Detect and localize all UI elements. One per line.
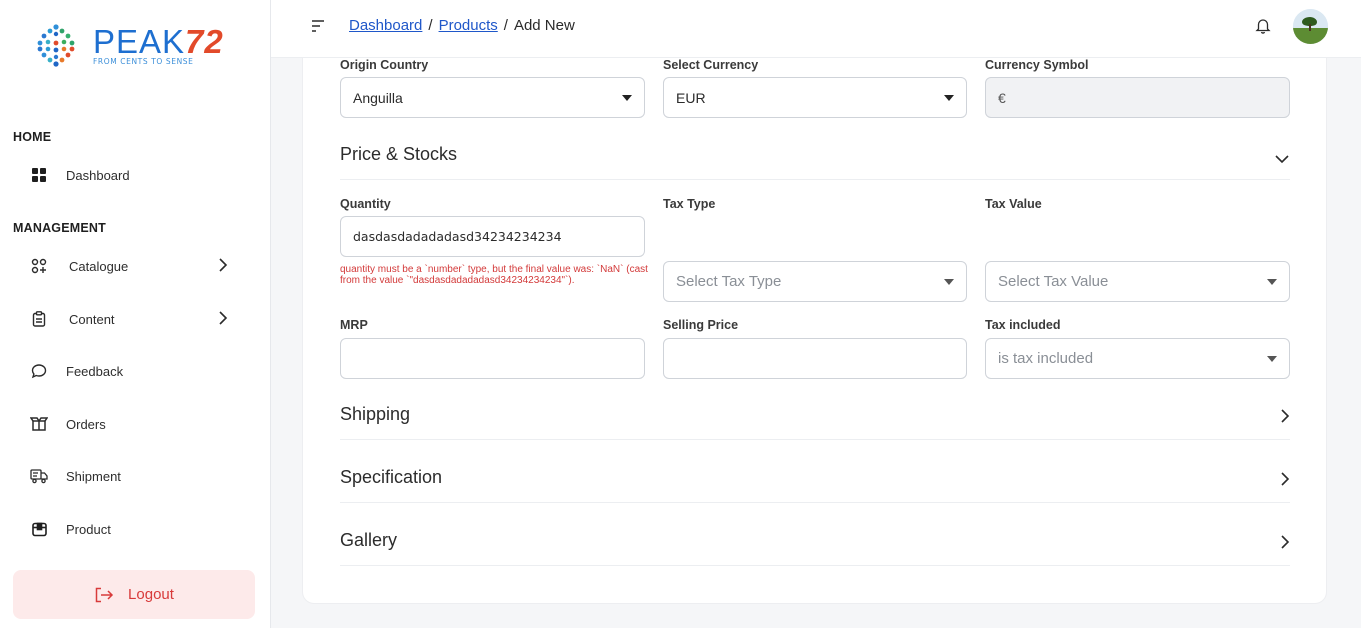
tax-type-placeholder: Select Tax Type bbox=[676, 273, 782, 290]
caret-down-icon bbox=[1267, 356, 1277, 362]
currency-select[interactable]: EUR bbox=[663, 77, 967, 118]
grid-icon bbox=[30, 166, 48, 184]
tax-type-select[interactable]: Select Tax Type bbox=[663, 261, 967, 302]
chevron-right-icon bbox=[1280, 471, 1290, 492]
select-currency-label: Select Currency bbox=[663, 58, 759, 72]
section-title: Shipping bbox=[340, 404, 411, 424]
tax-type-label: Tax Type bbox=[663, 197, 716, 211]
origin-country-select[interactable]: Anguilla bbox=[340, 77, 645, 118]
package-icon bbox=[30, 520, 48, 538]
section-title: Gallery bbox=[340, 530, 398, 550]
sidebar-item-label: Product bbox=[66, 521, 111, 537]
sidebar-item-catalogue[interactable]: Catalogue bbox=[30, 254, 240, 278]
tax-included-placeholder: is tax included bbox=[998, 350, 1094, 367]
chevron-right-icon bbox=[218, 257, 228, 276]
caret-down-icon bbox=[944, 279, 954, 285]
tax-included-select[interactable]: is tax included bbox=[985, 338, 1290, 379]
brand-number: 72 bbox=[185, 22, 224, 60]
logout-icon bbox=[94, 587, 114, 603]
brand-name: PEAK72 bbox=[93, 22, 224, 60]
breadcrumb: Dashboard / Products / Add New bbox=[349, 17, 575, 34]
menu-toggle-icon[interactable] bbox=[311, 18, 327, 34]
currency-symbol-field[interactable]: € bbox=[985, 77, 1290, 118]
section-specification[interactable]: Specification bbox=[340, 453, 1290, 503]
breadcrumb-separator: / bbox=[428, 17, 433, 34]
section-title: Price & Stocks bbox=[340, 144, 458, 164]
chevron-right-icon bbox=[1280, 408, 1290, 429]
section-title: Specification bbox=[340, 467, 443, 487]
box-open-icon bbox=[30, 415, 48, 433]
sidebar-item-dashboard[interactable]: Dashboard bbox=[30, 163, 240, 187]
sidebar-item-label: Shipment bbox=[66, 468, 121, 484]
caret-down-icon bbox=[622, 95, 632, 101]
sidebar-item-product[interactable]: Product bbox=[30, 517, 240, 541]
section-shipping[interactable]: Shipping bbox=[340, 390, 1290, 440]
avatar[interactable] bbox=[1293, 9, 1328, 44]
currency-symbol-value: € bbox=[998, 89, 1006, 106]
sidebar-item-label: Dashboard bbox=[66, 167, 130, 183]
chevron-down-icon bbox=[1274, 148, 1290, 169]
quantity-input[interactable]: dasdasdadadadasd34234234234 bbox=[340, 216, 645, 257]
origin-country-value: Anguilla bbox=[353, 89, 403, 106]
caret-down-icon bbox=[1267, 279, 1277, 285]
currency-value: EUR bbox=[676, 89, 706, 106]
selling-price-input[interactable] bbox=[663, 338, 967, 379]
top-bar: Dashboard / Products / Add New bbox=[271, 0, 1361, 58]
tax-value-select[interactable]: Select Tax Value bbox=[985, 261, 1290, 302]
sidebar-item-label: Catalogue bbox=[69, 258, 129, 274]
caret-down-icon bbox=[944, 95, 954, 101]
breadcrumb-dashboard[interactable]: Dashboard bbox=[349, 17, 422, 34]
breadcrumb-products[interactable]: Products bbox=[439, 17, 498, 34]
tax-included-label: Tax included bbox=[985, 318, 1061, 332]
currency-symbol-label: Currency Symbol bbox=[985, 58, 1089, 72]
logout-label: Logout bbox=[128, 586, 174, 603]
section-price-stocks[interactable]: Price & Stocks bbox=[340, 130, 1290, 180]
sidebar-item-feedback[interactable]: Feedback bbox=[30, 359, 240, 383]
catalogue-icon bbox=[30, 257, 48, 275]
sidebar-item-content[interactable]: Content bbox=[30, 307, 240, 331]
tax-value-placeholder: Select Tax Value bbox=[998, 273, 1109, 290]
logo-text: PEAK72 FROM CENTS TO SENSE bbox=[93, 25, 224, 66]
origin-country-label: Origin Country bbox=[340, 58, 429, 72]
sidebar: PEAK72 FROM CENTS TO SENSE HOME Dashboar… bbox=[0, 0, 271, 628]
quantity-error-message: quantity must be a `number` type, but th… bbox=[340, 264, 648, 286]
section-label-home: HOME bbox=[13, 130, 52, 144]
mrp-input[interactable] bbox=[340, 338, 645, 379]
product-form-card: Origin Country Anguilla Select Currency … bbox=[302, 58, 1327, 604]
tax-value-label: Tax Value bbox=[985, 197, 1042, 211]
sidebar-item-orders[interactable]: Orders bbox=[30, 412, 240, 436]
chat-bubble-icon bbox=[30, 362, 48, 380]
breadcrumb-separator: / bbox=[503, 17, 508, 34]
section-label-management: MANAGEMENT bbox=[13, 221, 106, 235]
logout-button[interactable]: Logout bbox=[13, 570, 255, 619]
mrp-label: MRP bbox=[340, 318, 368, 332]
sidebar-item-label: Content bbox=[69, 311, 115, 327]
breadcrumb-current: Add New bbox=[513, 17, 575, 34]
chevron-right-icon bbox=[218, 310, 228, 329]
quantity-label: Quantity bbox=[340, 197, 391, 211]
bell-icon[interactable] bbox=[1255, 17, 1273, 35]
clipboard-icon bbox=[30, 310, 48, 328]
selling-price-label: Selling Price bbox=[663, 318, 739, 332]
logo-mark-icon bbox=[33, 22, 79, 68]
sidebar-item-shipment[interactable]: Shipment bbox=[30, 464, 240, 488]
quantity-value: dasdasdadadadasd34234234234 bbox=[353, 229, 562, 244]
chevron-right-icon bbox=[1280, 534, 1290, 555]
truck-icon bbox=[30, 467, 48, 485]
section-gallery[interactable]: Gallery bbox=[340, 516, 1290, 566]
sidebar-item-label: Feedback bbox=[66, 363, 124, 379]
brand-logo[interactable]: PEAK72 FROM CENTS TO SENSE bbox=[33, 22, 224, 68]
sidebar-item-label: Orders bbox=[66, 416, 106, 432]
